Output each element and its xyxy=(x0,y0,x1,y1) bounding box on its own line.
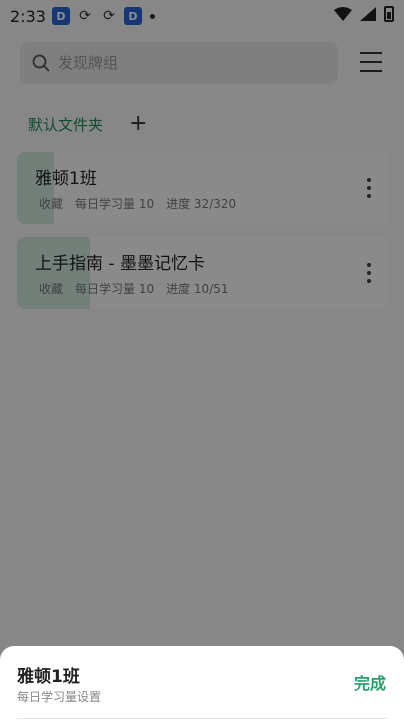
bottom-sheet: 雅顿1班 每日学习量设置 完成 xyxy=(0,646,404,720)
done-button[interactable]: 完成 xyxy=(354,670,386,694)
modal-overlay[interactable] xyxy=(0,0,404,720)
sheet-subtitle: 每日学习量设置 xyxy=(17,690,102,704)
divider xyxy=(17,718,387,719)
sheet-title: 雅顿1班 xyxy=(17,667,80,687)
